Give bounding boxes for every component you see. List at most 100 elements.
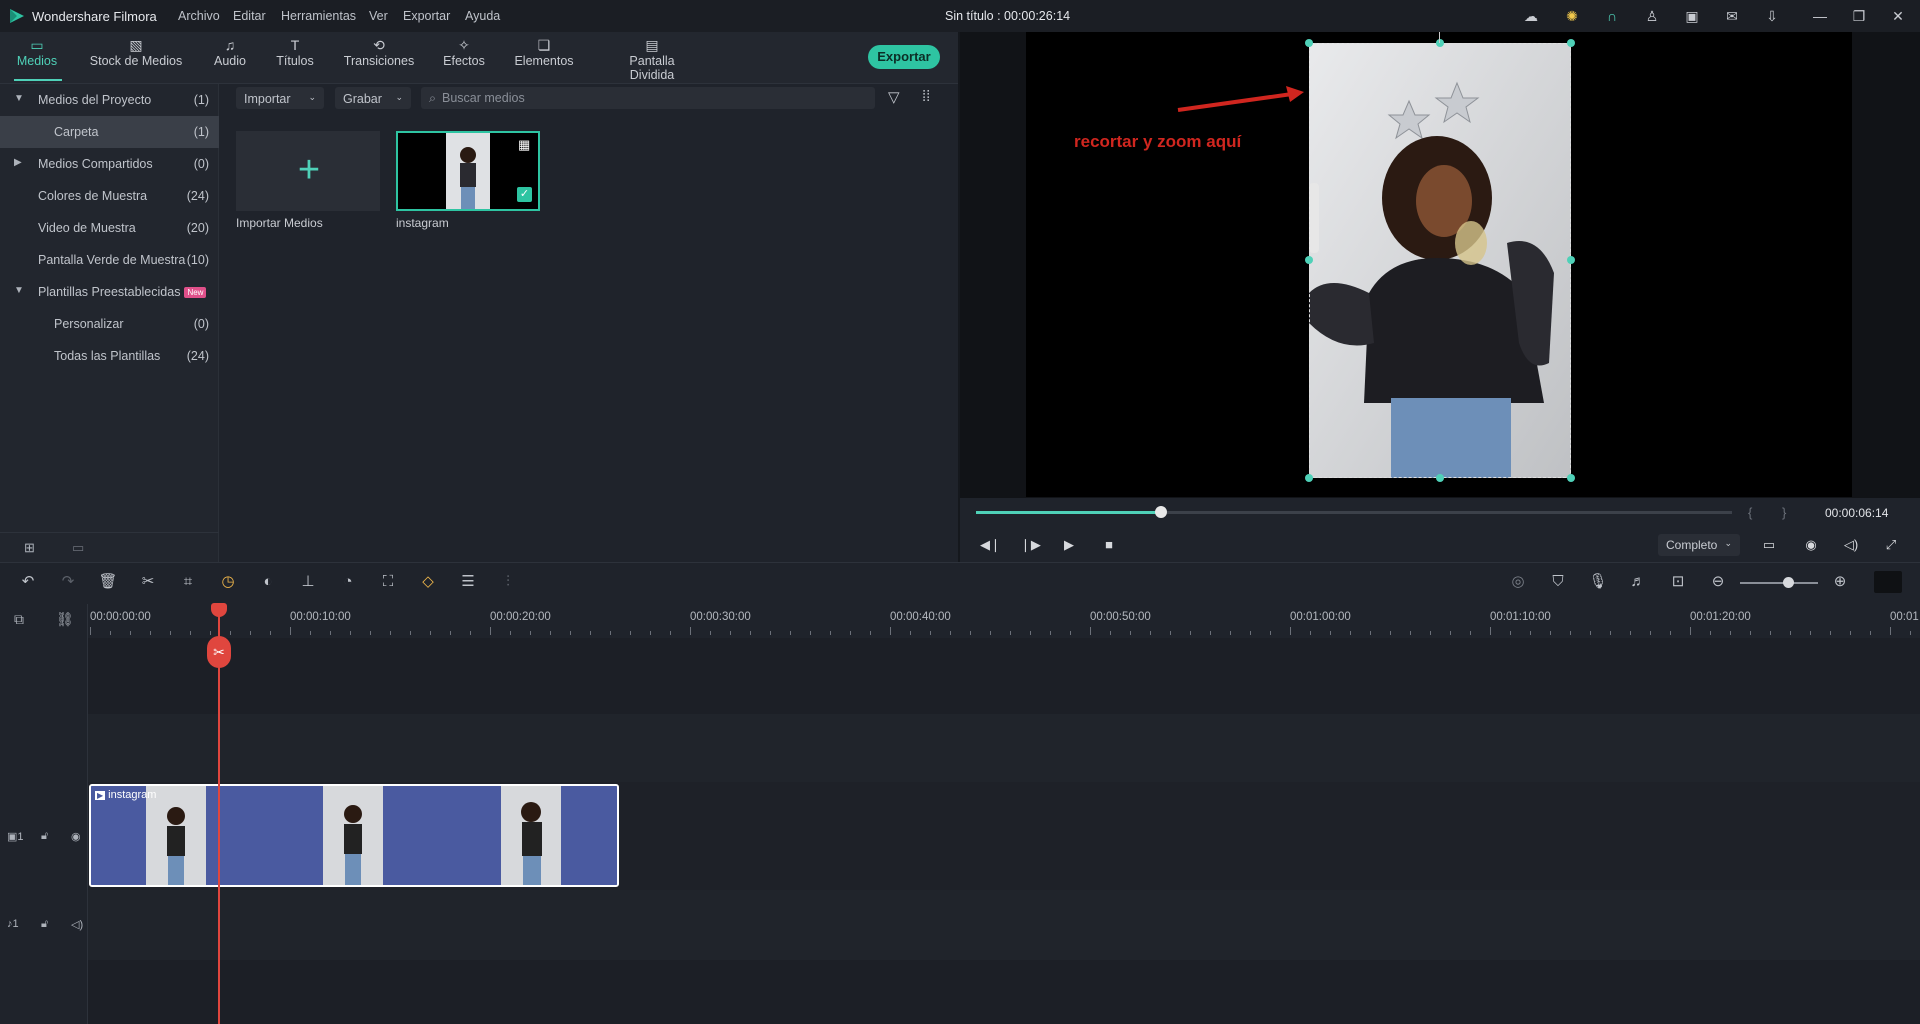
resize-handle[interactable] (1567, 474, 1575, 482)
step-back-icon[interactable]: ◀❘ (980, 536, 1001, 554)
play-icon[interactable]: ▶ (1060, 536, 1078, 554)
undo-icon[interactable]: ↶ (18, 572, 38, 592)
sidebar-item-personalizar[interactable]: Personalizar (0) (0, 308, 219, 340)
close-icon[interactable]: ✕ (1889, 7, 1907, 25)
tab-elementos[interactable]: ❏ Elementos (512, 34, 576, 80)
layout-toggle-icon[interactable] (1874, 571, 1902, 593)
rotate-handle-line[interactable] (1439, 32, 1440, 43)
microphone-icon[interactable]: 🎙 (1588, 572, 1608, 592)
mail-icon[interactable]: ✉ (1723, 7, 1741, 25)
keyframe-icon[interactable]: ◇ (418, 572, 438, 592)
expand-right-icon[interactable]: ▶ (14, 157, 22, 168)
display-icon[interactable]: ▭ (1760, 536, 1778, 554)
filter-icon[interactable]: ▽ (888, 88, 900, 106)
sidebar-item-pantalla-verde[interactable]: Pantalla Verde de Muestra (10) (0, 244, 219, 276)
tab-stock-de-medios[interactable]: ▧ Stock de Medios (88, 34, 184, 80)
quality-dropdown[interactable]: Completo ⌄ (1658, 534, 1740, 556)
resize-handle[interactable] (1305, 256, 1313, 264)
snapshot-camera-icon[interactable]: ◉ (1802, 536, 1820, 554)
eye-icon[interactable]: ◉ (71, 830, 81, 843)
save-icon[interactable]: ▣ (1683, 7, 1701, 25)
tab-pantalla-dividida[interactable]: ▤ Pantalla Dividida (606, 34, 698, 82)
color-palette-icon[interactable]: ◐ (258, 572, 278, 592)
zoom-out-icon[interactable]: ⊖ (1708, 572, 1728, 592)
step-forward-icon[interactable]: ❘▶ (1020, 536, 1041, 554)
resize-handle[interactable] (1436, 474, 1444, 482)
subtitle-icon[interactable]: ⊡ (1668, 572, 1688, 592)
headset-support-icon[interactable]: ∩ (1603, 7, 1621, 25)
fullscreen-icon[interactable]: ⤢ (1882, 536, 1900, 554)
mark-in-icon[interactable]: { (1748, 505, 1752, 520)
resize-handle[interactable] (1436, 39, 1444, 47)
zoom-in-icon[interactable]: ⊕ (1830, 572, 1850, 592)
resize-handle[interactable] (1305, 474, 1313, 482)
lightbulb-icon[interactable]: ✺ (1563, 7, 1581, 25)
timeline-ruler[interactable] (88, 604, 1920, 638)
marker-icon[interactable]: ⛉ (1548, 572, 1568, 592)
new-folder-icon[interactable]: ⊞ (24, 540, 35, 556)
resize-handle[interactable] (1567, 39, 1575, 47)
split-scissors-icon[interactable]: ✂ (207, 636, 231, 668)
delete-icon[interactable]: 🗑 (98, 572, 118, 592)
duration-timer-icon[interactable]: ◔ (338, 572, 358, 592)
mark-out-icon[interactable]: } (1782, 505, 1786, 520)
menu-exportar[interactable]: Exportar (403, 9, 450, 23)
search-input[interactable]: ⌕ Buscar medios (421, 87, 875, 109)
cut-scissors-icon[interactable]: ✂ (138, 572, 158, 592)
audio-wave-icon[interactable]: ⫶ (498, 572, 518, 592)
tab-transiciones[interactable]: ⟲ Transiciones (342, 34, 416, 80)
expand-down-icon[interactable]: ▼ (14, 93, 24, 104)
download-icon[interactable]: ⇩ (1763, 7, 1781, 25)
expand-down-icon[interactable]: ▼ (14, 285, 24, 296)
media-clip-tile[interactable]: ▦ ✓ (396, 131, 540, 211)
add-track-icon[interactable]: ⧉ (14, 611, 24, 628)
audio-mixer-icon[interactable]: ♬ (1628, 572, 1648, 592)
lock-icon[interactable]: 🔓︎ (41, 830, 48, 843)
speed-icon[interactable]: ◷ (218, 572, 238, 592)
minimize-icon[interactable]: — (1811, 7, 1829, 25)
timeline-video-clip[interactable]: ▶ instagram (89, 784, 619, 887)
ruler-tick (710, 631, 711, 635)
sidebar-item-colores-de-muestra[interactable]: Colores de Muestra (24) (0, 180, 219, 212)
zoom-slider[interactable] (1740, 582, 1818, 584)
resize-handle[interactable] (1567, 256, 1575, 264)
menu-archivo[interactable]: Archivo (178, 9, 220, 23)
redo-icon[interactable]: ↷ (58, 572, 78, 592)
adjust-sliders-icon[interactable]: ☰ (458, 572, 478, 592)
render-icon[interactable]: ◎ (1508, 572, 1528, 592)
restore-icon[interactable]: ❐ (1850, 7, 1868, 25)
record-dropdown[interactable]: Grabar ⌄ (335, 87, 411, 109)
sidebar-item-video-de-muestra[interactable]: Video de Muestra (20) (0, 212, 219, 244)
crop-selection-box[interactable] (1305, 39, 1575, 482)
tab-titulos[interactable]: T Títulos (272, 34, 318, 80)
stop-icon[interactable]: ■ (1100, 536, 1118, 554)
menu-ver[interactable]: Ver (369, 9, 388, 23)
export-button[interactable]: Exportar (868, 45, 940, 69)
menu-editar[interactable]: Editar (233, 9, 266, 23)
grid-view-icon[interactable]: ⁞⁞ (922, 88, 930, 105)
zoom-slider-knob[interactable] (1783, 577, 1794, 588)
speaker-icon[interactable]: ◁) (71, 918, 83, 931)
lock-icon[interactable]: 🔓︎ (41, 918, 48, 931)
menu-herramientas[interactable]: Herramientas (281, 9, 356, 23)
volume-icon[interactable]: ◁) (1842, 536, 1860, 554)
sidebar-item-todas-las-plantillas[interactable]: Todas las Plantillas (24) (0, 340, 219, 372)
resize-handle[interactable] (1305, 39, 1313, 47)
crop-icon[interactable]: ⌗ (178, 572, 198, 592)
menu-ayuda[interactable]: Ayuda (465, 9, 500, 23)
fit-screen-icon[interactable]: ⛶ (378, 572, 398, 592)
sidebar-item-medios-compartidos[interactable]: ▶ Medios Compartidos (0) (0, 148, 219, 180)
sidebar-item-plantillas-preestablecidas[interactable]: ▼ Plantillas Preestablecidas New (0, 276, 219, 308)
tab-medios[interactable]: ▭ Medios (12, 34, 62, 80)
cloud-icon[interactable]: ☁ (1522, 7, 1540, 25)
sidebar-item-medios-del-proyecto[interactable]: ▼ Medios del Proyecto (1) (0, 84, 219, 116)
tab-efectos[interactable]: ✧ Efectos (440, 34, 488, 80)
account-icon[interactable]: ♙ (1643, 7, 1661, 25)
tab-audio[interactable]: ♫ Audio (208, 34, 252, 80)
import-dropdown[interactable]: Importar ⌄ (236, 87, 324, 109)
folder-icon[interactable]: ▭ (72, 540, 84, 556)
filmora-logo-icon (10, 9, 24, 23)
link-icon[interactable]: ⛓ (56, 611, 74, 628)
sidebar-item-carpeta[interactable]: Carpeta (1) (0, 116, 219, 148)
stabilize-icon[interactable]: ⊥ (298, 572, 318, 592)
